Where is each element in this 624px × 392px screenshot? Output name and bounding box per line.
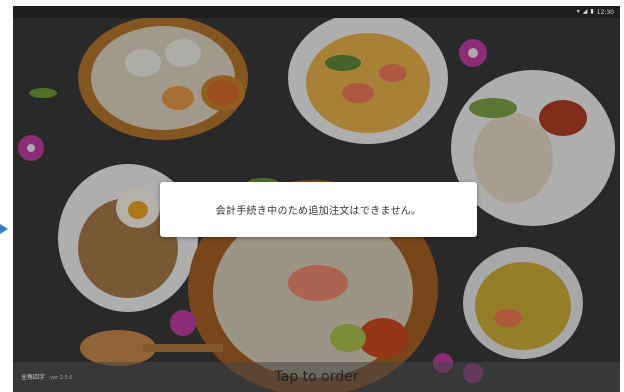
- app-version: ver 2.5.0: [50, 375, 73, 381]
- tap-to-order-bar[interactable]: 全角四字 ver 2.5.0 Tap to order: [13, 362, 620, 392]
- battery-icon: ▮: [590, 8, 594, 15]
- tap-to-order-label[interactable]: Tap to order: [275, 369, 359, 385]
- status-bar: ▾ ◢ ▮ 12:30: [13, 6, 620, 18]
- signal-icon: ◢: [582, 8, 588, 15]
- toast-message: 会計手続き中のため追加注文はできません。: [215, 206, 422, 217]
- wifi-icon: ▾: [576, 8, 580, 15]
- side-arrow-indicator: [0, 224, 8, 234]
- tablet-screen: ▾ ◢ ▮ 12:30 会計手続き中のため追加注文はできません。 全角四字 ve…: [13, 6, 620, 392]
- store-info: 全角四字 ver 2.5.0: [21, 372, 72, 381]
- store-name: 全角四字: [21, 374, 46, 381]
- checkout-in-progress-toast: 会計手続き中のため追加注文はできません。: [160, 182, 477, 237]
- status-time: 12:30: [596, 8, 614, 16]
